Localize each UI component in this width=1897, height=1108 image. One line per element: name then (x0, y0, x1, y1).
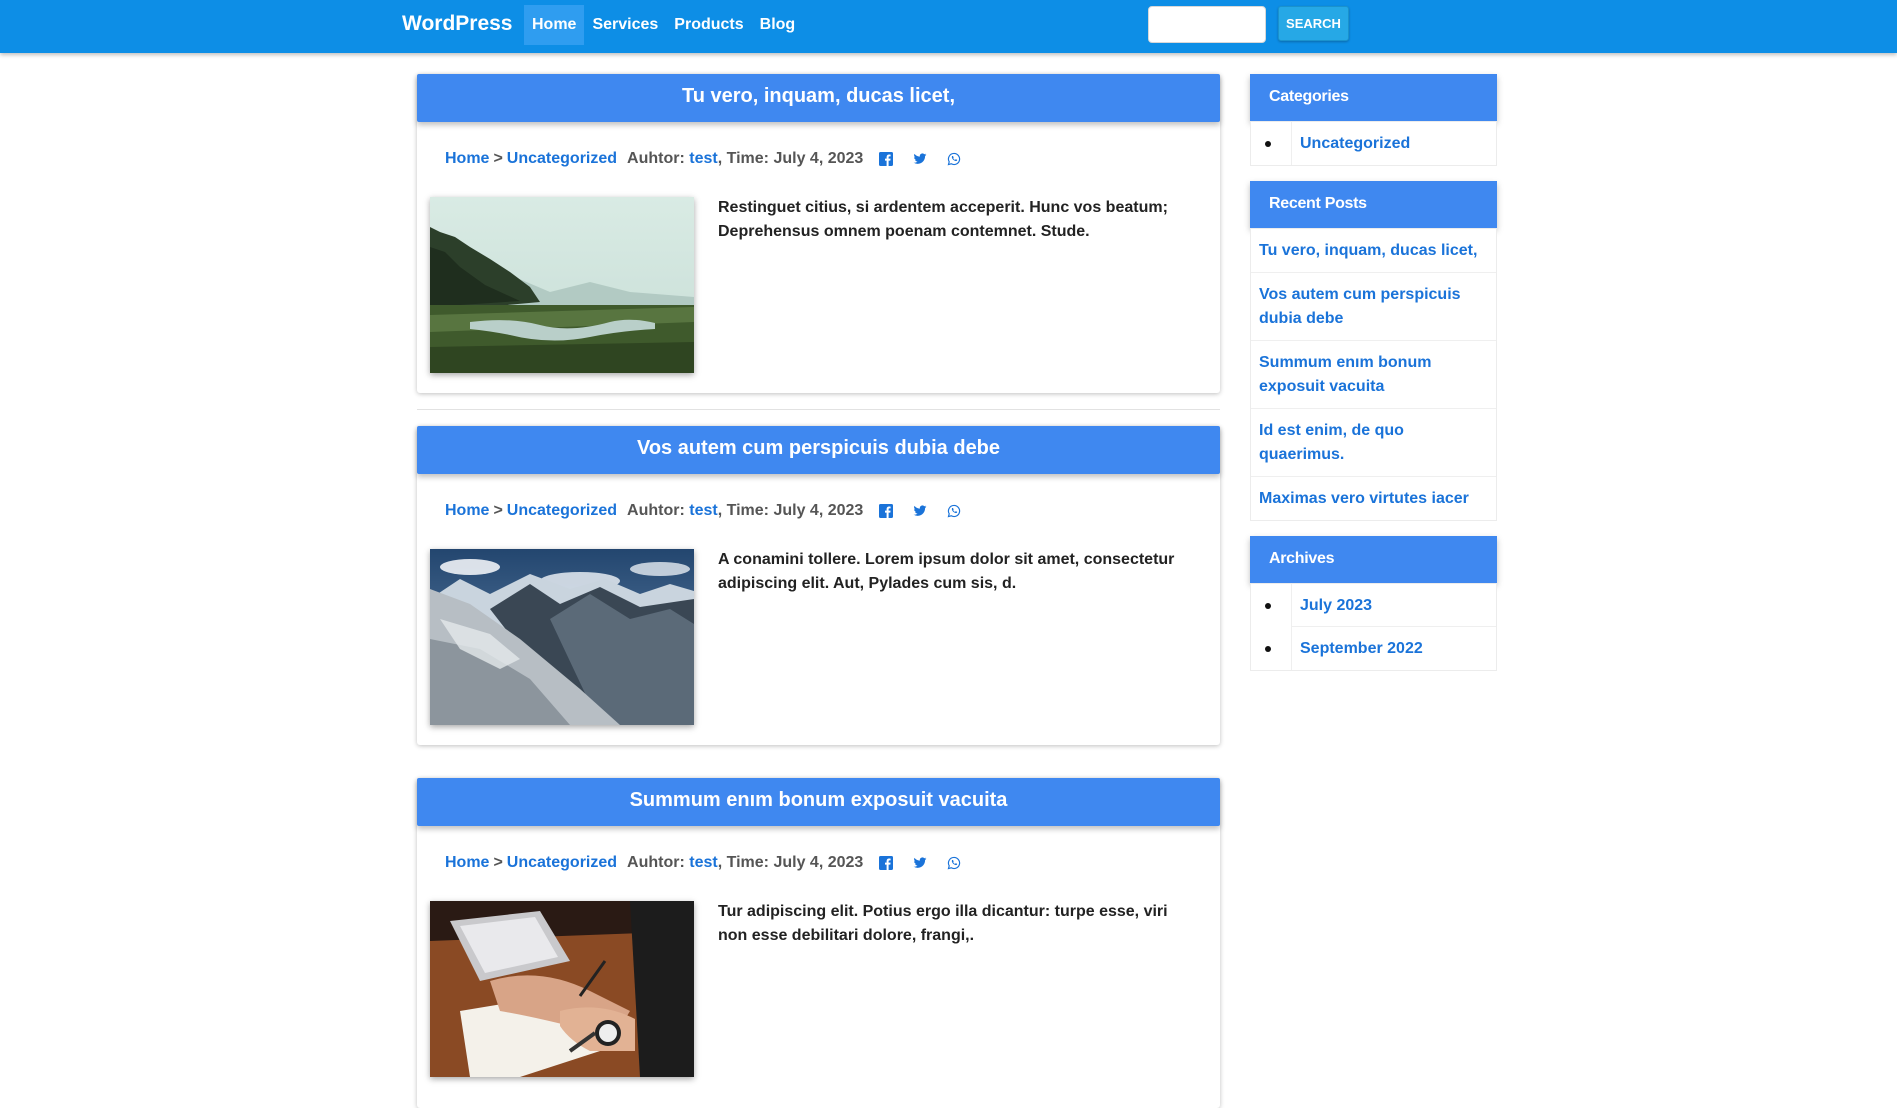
whatsapp-icon[interactable] (947, 504, 961, 518)
post-date: July 4, 2023 (773, 150, 864, 167)
breadcrumb-separator: > (493, 502, 503, 519)
breadcrumb-home-link[interactable]: Home (445, 150, 489, 168)
post-date: July 4, 2023 (773, 854, 864, 871)
main-nav: Home Services Products Blog (524, 5, 803, 45)
nav-services[interactable]: Services (584, 5, 666, 45)
author-link[interactable]: test (689, 502, 717, 520)
post-meta: Home > Uncategorized Auhtor: test, Time:… (445, 149, 961, 169)
category-link[interactable]: Uncategorized (507, 502, 617, 520)
archives-widget-title: Archives (1250, 536, 1497, 583)
author-label: Auhtor: (627, 150, 685, 167)
post-meta: Home > Uncategorized Auhtor: test, Time:… (445, 853, 961, 873)
post-thumbnail[interactable] (430, 197, 694, 373)
search-button[interactable]: SEARCH (1278, 6, 1349, 41)
bullet-icon (1265, 141, 1271, 147)
post-excerpt: Tur adipiscing elit. Potius ergo illa di… (718, 903, 1168, 944)
post-excerpt: Restinguet citius, si ardentem acceperit… (718, 199, 1168, 240)
recent-post-link[interactable]: Tu vero, inquam, ducas licet, (1251, 229, 1496, 273)
breadcrumb-home-link[interactable]: Home (445, 502, 489, 520)
post-title[interactable]: Summum enım bonum exposuit vacuita (417, 778, 1220, 826)
bullet-icon (1265, 603, 1271, 609)
recent-post-link[interactable]: Summum enım bonum exposuit vacuita (1251, 341, 1496, 409)
nav-home[interactable]: Home (524, 5, 585, 45)
facebook-icon[interactable] (879, 856, 894, 870)
bullet-icon (1265, 646, 1271, 652)
whatsapp-icon[interactable] (947, 856, 961, 870)
time-label: Time: (726, 502, 769, 519)
hands-writing-notebook-image (430, 901, 694, 1077)
list-item: July 2023 (1265, 584, 1496, 627)
recent-post-link[interactable]: Vos autem cum perspicuis dubia debe (1251, 273, 1496, 341)
post-title[interactable]: Vos autem cum perspicuis dubia debe (417, 426, 1220, 474)
category-link[interactable]: Uncategorized (507, 854, 617, 872)
search-input[interactable] (1148, 6, 1266, 43)
whatsapp-icon[interactable] (947, 152, 961, 166)
post-date: July 4, 2023 (773, 502, 864, 519)
recent-post-link[interactable]: Id est enim, de quo quaerimus. (1251, 409, 1496, 477)
post-thumbnail[interactable] (430, 549, 694, 725)
misty-valley-lake-image (430, 197, 694, 373)
category-link[interactable]: Uncategorized (1300, 122, 1410, 165)
post-excerpt: A conamini tollere. Lorem ipsum dolor si… (718, 551, 1175, 592)
recent-posts-widget-title: Recent Posts (1250, 181, 1497, 228)
author-link[interactable]: test (689, 150, 717, 168)
time-label: Time: (726, 854, 769, 871)
twitter-icon[interactable] (913, 504, 927, 518)
archive-link[interactable]: July 2023 (1300, 584, 1372, 627)
post-card: Tu vero, inquam, ducas licet, Home > Unc… (417, 74, 1220, 393)
post-card: Summum enım bonum exposuit vacuita Home … (417, 778, 1220, 1108)
breadcrumb-separator: > (493, 854, 503, 871)
archives-widget: July 2023 September 2022 (1250, 583, 1497, 671)
nav-products[interactable]: Products (666, 5, 751, 45)
post-title[interactable]: Tu vero, inquam, ducas licet, (417, 74, 1220, 122)
categories-widget: Uncategorized (1250, 121, 1497, 166)
post-divider (417, 409, 1220, 410)
list-item: Uncategorized (1265, 122, 1496, 165)
categories-widget-title: Categories (1250, 74, 1497, 121)
twitter-icon[interactable] (913, 856, 927, 870)
author-link[interactable]: test (689, 854, 717, 872)
category-link[interactable]: Uncategorized (507, 150, 617, 168)
nav-blog[interactable]: Blog (752, 5, 804, 45)
post-thumbnail[interactable] (430, 901, 694, 1077)
author-label: Auhtor: (627, 854, 685, 871)
list-item: September 2022 (1265, 627, 1496, 670)
breadcrumb-separator: > (493, 150, 503, 167)
time-label: Time: (726, 150, 769, 167)
twitter-icon[interactable] (913, 152, 927, 166)
post-card: Vos autem cum perspicuis dubia debe Home… (417, 426, 1220, 745)
breadcrumb-home-link[interactable]: Home (445, 854, 489, 872)
top-navbar: WordPress Home Services Products Blog SE… (0, 0, 1897, 53)
recent-posts-widget: Tu vero, inquam, ducas licet, Vos autem … (1250, 228, 1497, 521)
author-label: Auhtor: (627, 502, 685, 519)
facebook-icon[interactable] (879, 504, 894, 518)
post-meta: Home > Uncategorized Auhtor: test, Time:… (445, 501, 961, 521)
snowy-mountains-image (430, 549, 694, 725)
archive-link[interactable]: September 2022 (1300, 627, 1423, 670)
facebook-icon[interactable] (879, 152, 894, 166)
recent-post-link[interactable]: Maximas vero virtutes iacer (1251, 477, 1496, 520)
site-brand[interactable]: WordPress (402, 12, 513, 36)
